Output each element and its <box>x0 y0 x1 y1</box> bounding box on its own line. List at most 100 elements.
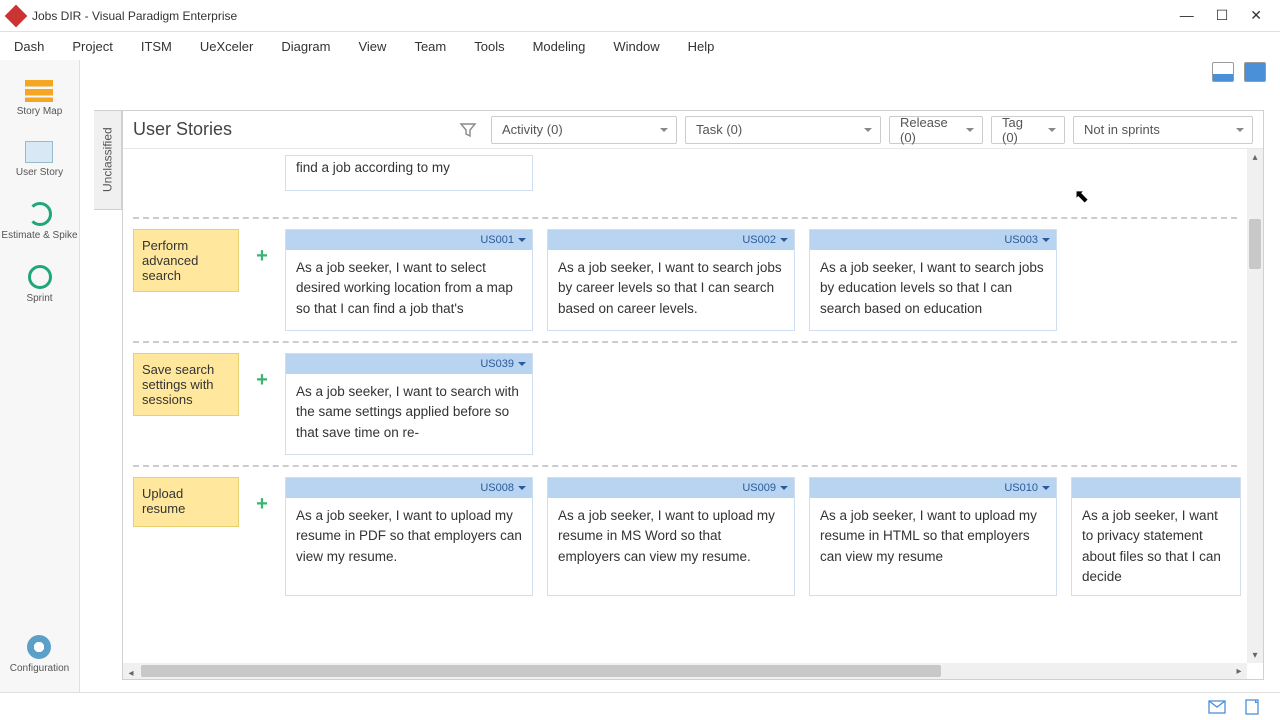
menu-team[interactable]: Team <box>414 39 446 54</box>
status-bar <box>0 692 1280 720</box>
left-rail: Story Map User Story Estimate & Spike Sp… <box>0 60 80 692</box>
story-row: + find a job according to my <box>133 157 1237 217</box>
menu-window[interactable]: Window <box>613 39 659 54</box>
add-story-button[interactable]: + <box>253 493 271 516</box>
story-id-header[interactable]: US001 <box>286 230 532 250</box>
minimize-button[interactable]: — <box>1180 7 1194 24</box>
story-text: As a job seeker, I want to privacy state… <box>1072 498 1240 595</box>
rail-label: Story Map <box>17 106 63 117</box>
chevron-down-icon <box>518 486 526 494</box>
story-text: As a job seeker, I want to upload my res… <box>810 498 1056 578</box>
add-story-button[interactable]: + <box>253 245 271 268</box>
story-card[interactable]: US010 As a job seeker, I want to upload … <box>809 477 1057 596</box>
story-text: As a job seeker, I want to upload my res… <box>548 498 794 578</box>
filter-icon[interactable] <box>459 121 477 139</box>
story-id-header[interactable]: US002 <box>548 230 794 250</box>
rail-user-story[interactable]: User Story <box>16 141 63 178</box>
story-id-header[interactable]: US039 <box>286 354 532 374</box>
rail-configuration[interactable]: Configuration <box>10 635 69 674</box>
rail-sprint[interactable]: Sprint <box>26 265 52 304</box>
sprint-icon <box>28 265 52 289</box>
mail-icon[interactable] <box>1208 699 1226 715</box>
story-card[interactable]: US003 As a job seeker, I want to search … <box>809 229 1057 331</box>
story-card[interactable]: US008 As a job seeker, I want to upload … <box>285 477 533 596</box>
epic-card[interactable]: Perform advanced search <box>133 229 239 292</box>
scroll-right-icon[interactable]: ▸ <box>1231 663 1247 679</box>
story-id-header[interactable] <box>1072 478 1240 498</box>
rail-label: Estimate & Spike <box>1 230 77 241</box>
menu-modeling[interactable]: Modeling <box>533 39 586 54</box>
story-id-header[interactable]: US008 <box>286 478 532 498</box>
scroll-left-icon[interactable]: ◂ <box>123 666 139 682</box>
menu-view[interactable]: View <box>358 39 386 54</box>
menu-project[interactable]: Project <box>72 39 112 54</box>
story-card[interactable]: find a job according to my <box>285 155 533 191</box>
story-card[interactable]: US001 As a job seeker, I want to select … <box>285 229 533 331</box>
panel-heading: User Stories <box>133 119 232 140</box>
epic-card[interactable]: Save search settings with sessions <box>133 353 239 416</box>
estimate-icon <box>28 202 52 226</box>
scroll-up-icon[interactable]: ▴ <box>1247 149 1263 165</box>
filter-task[interactable]: Task (0) <box>685 116 881 144</box>
rail-label: User Story <box>16 167 63 178</box>
maximize-button[interactable]: ☐ <box>1216 7 1229 24</box>
rail-estimate[interactable]: Estimate & Spike <box>1 202 77 241</box>
main-panel: User Stories Activity (0) Task (0) Relea… <box>122 110 1264 680</box>
horizontal-scrollbar[interactable]: ◂ ▸ <box>123 663 1247 679</box>
story-text: As a job seeker, I want to search jobs b… <box>548 250 794 330</box>
menu-diagram[interactable]: Diagram <box>281 39 330 54</box>
filter-release[interactable]: Release (0) <box>889 116 983 144</box>
menu-itsm[interactable]: ITSM <box>141 39 172 54</box>
story-map-icon <box>25 80 53 102</box>
view-mode-1-icon[interactable] <box>1212 62 1234 82</box>
chevron-down-icon <box>780 238 788 246</box>
rail-label: Configuration <box>10 663 69 674</box>
add-story-button[interactable]: + <box>253 369 271 392</box>
menu-dash[interactable]: Dash <box>14 39 44 54</box>
chevron-down-icon <box>1042 238 1050 246</box>
menu-help[interactable]: Help <box>688 39 715 54</box>
chevron-down-icon <box>780 486 788 494</box>
chevron-down-icon <box>518 362 526 370</box>
note-icon[interactable] <box>1244 699 1262 715</box>
filter-sprints[interactable]: Not in sprints <box>1073 116 1253 144</box>
story-id-header[interactable]: US003 <box>810 230 1056 250</box>
scroll-thumb[interactable] <box>141 665 941 677</box>
story-id-header[interactable]: US010 <box>810 478 1056 498</box>
user-story-icon <box>25 141 53 163</box>
story-text: As a job seeker, I want to search with t… <box>286 374 532 454</box>
menu-uexceler[interactable]: UeXceler <box>200 39 253 54</box>
chevron-down-icon <box>518 238 526 246</box>
view-toolbar <box>1212 62 1266 82</box>
story-text: As a job seeker, I want to search jobs b… <box>810 250 1056 330</box>
story-text: find a job according to my <box>286 156 532 190</box>
title-bar: Jobs DIR - Visual Paradigm Enterprise — … <box>0 0 1280 32</box>
story-card[interactable]: US039 As a job seeker, I want to search … <box>285 353 533 455</box>
story-row: Save search settings with sessions + US0… <box>133 341 1237 465</box>
close-button[interactable]: ✕ <box>1250 7 1262 24</box>
epic-card[interactable]: Upload resume <box>133 477 239 527</box>
story-text: As a job seeker, I want to select desire… <box>286 250 532 330</box>
app-icon <box>5 4 28 27</box>
window-title: Jobs DIR - Visual Paradigm Enterprise <box>32 9 1180 23</box>
scroll-thumb[interactable] <box>1249 219 1261 269</box>
tab-unclassified[interactable]: Unclassified <box>94 110 122 210</box>
filter-bar: User Stories Activity (0) Task (0) Relea… <box>123 111 1263 149</box>
story-card[interactable]: US009 As a job seeker, I want to upload … <box>547 477 795 596</box>
gear-icon <box>27 635 51 659</box>
menu-tools[interactable]: Tools <box>474 39 504 54</box>
story-row: Upload resume + US008 As a job seeker, I… <box>133 465 1237 606</box>
story-canvas: + find a job according to my Perform adv… <box>123 149 1247 663</box>
view-mode-2-icon[interactable] <box>1244 62 1266 82</box>
story-card[interactable]: US002 As a job seeker, I want to search … <box>547 229 795 331</box>
story-id-header[interactable]: US009 <box>548 478 794 498</box>
filter-tag[interactable]: Tag (0) <box>991 116 1065 144</box>
filter-activity[interactable]: Activity (0) <box>491 116 677 144</box>
vertical-scrollbar[interactable]: ▴ ▾ <box>1247 149 1263 663</box>
story-card[interactable]: As a job seeker, I want to privacy state… <box>1071 477 1241 596</box>
menu-bar: Dash Project ITSM UeXceler Diagram View … <box>0 32 1280 60</box>
rail-story-map[interactable]: Story Map <box>17 80 63 117</box>
story-text: As a job seeker, I want to upload my res… <box>286 498 532 578</box>
scroll-down-icon[interactable]: ▾ <box>1247 647 1263 663</box>
story-row: Perform advanced search + US001 As a job… <box>133 217 1237 341</box>
